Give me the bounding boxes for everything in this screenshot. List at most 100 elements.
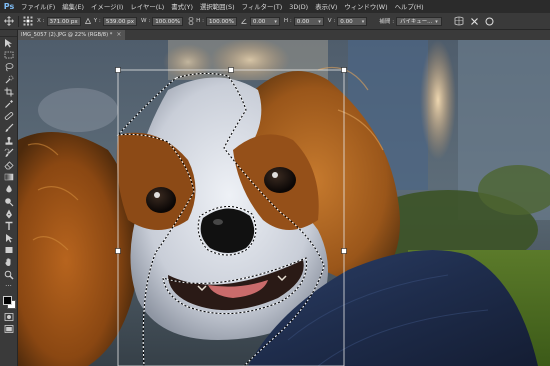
maintain-aspect-ratio-toggle[interactable]: [187, 16, 194, 27]
blur-tool[interactable]: [0, 183, 17, 195]
vertical-skew-value: 0.00: [340, 18, 353, 25]
rotate-label: [241, 16, 248, 27]
options-bar: X : 371.00 px Y : 539.00 px W : 100.00% …: [0, 13, 550, 30]
eyedropper-tool[interactable]: [0, 98, 17, 110]
commit-transform-button[interactable]: [484, 16, 495, 27]
warp-mode-button[interactable]: [454, 16, 465, 27]
transform-handle[interactable]: [228, 67, 234, 73]
height-percent-field[interactable]: 100.00%: [206, 16, 237, 26]
move-tool[interactable]: [0, 37, 17, 49]
commit-icon: [485, 17, 494, 25]
document-tab[interactable]: IMG_5057 (2).JPG @ 22% (RGB/8) * ×: [18, 30, 126, 40]
menu-view[interactable]: 表示(V): [312, 2, 341, 11]
menu-select[interactable]: 選択範囲(S): [197, 2, 239, 11]
menu-filter[interactable]: フィルター(T): [239, 2, 287, 11]
gradient-tool[interactable]: [0, 171, 17, 183]
menu-file[interactable]: ファイル(F): [18, 2, 59, 11]
screen-mode-icon: [4, 325, 13, 334]
rotate-angle-icon: [241, 18, 247, 24]
menu-type[interactable]: 書式(Y): [168, 2, 197, 11]
close-icon[interactable]: ×: [116, 30, 121, 40]
lasso-tool[interactable]: [0, 61, 17, 73]
h-label: H :: [196, 18, 204, 24]
toolbox-grip[interactable]: [0, 30, 17, 37]
zoom-tool[interactable]: [0, 269, 17, 281]
transform-handle[interactable]: [115, 248, 121, 254]
ellipsis-icon: ···: [5, 282, 12, 291]
menu-layer[interactable]: レイヤー(L): [127, 2, 168, 11]
color-swatches: [0, 293, 17, 311]
chevron-down-icon: ▾: [361, 18, 365, 25]
quick-mask-button[interactable]: [0, 311, 17, 323]
crop-tool[interactable]: [0, 86, 17, 98]
path-selection-tool[interactable]: [0, 232, 17, 244]
healing-brush-tool[interactable]: [0, 110, 17, 122]
chevron-down-icon: ▾: [435, 18, 438, 25]
droplet-icon: [5, 185, 12, 193]
screen-mode-button[interactable]: [0, 323, 17, 335]
clone-stamp-tool[interactable]: [0, 135, 17, 147]
app-logo: Ps: [3, 2, 15, 11]
edit-toolbar-button[interactable]: ···: [0, 281, 17, 293]
width-percent-field[interactable]: 100.00%: [152, 16, 184, 26]
document-canvas[interactable]: [18, 40, 550, 366]
y-label: Y :: [93, 18, 101, 24]
w-label: W :: [141, 18, 151, 24]
type-tool[interactable]: [0, 220, 17, 232]
menu-help[interactable]: ヘルプ(H): [392, 2, 428, 11]
marquee-tool[interactable]: [0, 49, 17, 61]
interpolation-value: バイキュー...: [400, 18, 433, 25]
reference-point-icon: [23, 16, 32, 26]
y-position-field[interactable]: 539.00 px: [102, 16, 138, 26]
path-select-icon: [5, 234, 13, 243]
brush-icon: [5, 123, 13, 133]
photoshop-window: Ps ファイル(F) 編集(E) イメージ(I) レイヤー(L) 書式(Y) 選…: [0, 0, 550, 366]
menu-3d[interactable]: 3D(D): [286, 3, 312, 11]
move-icon: [4, 39, 12, 48]
cancel-transform-button[interactable]: [469, 16, 480, 27]
transform-handle[interactable]: [341, 248, 347, 254]
hand-icon: [4, 258, 10, 267]
pen-tool[interactable]: [0, 208, 17, 220]
quick-selection-tool[interactable]: [0, 74, 17, 86]
x-position-field[interactable]: 371.00 px: [46, 16, 81, 26]
link-icon: [188, 17, 193, 25]
bandage-icon: [4, 112, 13, 121]
quick-selection-icon: [5, 75, 13, 84]
document-tab-title: IMG_5057 (2).JPG @ 22% (RGB/8) *: [21, 32, 113, 38]
gradient-icon: [4, 173, 13, 181]
shape-tool[interactable]: [0, 244, 17, 256]
interpolation-select[interactable]: バイキュー... ▾: [396, 16, 442, 26]
dodge-tool[interactable]: [0, 195, 17, 207]
menu-edit[interactable]: 編集(E): [59, 2, 88, 11]
magnifier-icon: [4, 270, 13, 280]
type-icon: [5, 221, 12, 230]
foreground-color-swatch[interactable]: [3, 295, 12, 305]
vertical-skew-field[interactable]: 0.00 ▾: [337, 16, 368, 26]
toolbox-panel: ···: [0, 30, 18, 366]
reference-point-locator[interactable]: [22, 16, 33, 27]
document-tab-bar: IMG_5057 (2).JPG @ 22% (RGB/8) * ×: [18, 30, 550, 40]
tool-preset-picker[interactable]: [3, 15, 15, 27]
hand-tool[interactable]: [0, 256, 17, 268]
history-brush-tool[interactable]: [0, 147, 17, 159]
history-brush-icon: [4, 148, 13, 157]
move-tool-icon: [4, 16, 14, 26]
marquee-icon: [4, 51, 13, 59]
relative-position-toggle[interactable]: [85, 16, 92, 27]
brush-tool[interactable]: [0, 122, 17, 134]
horizontal-skew-value: 0.00: [296, 18, 310, 25]
transform-handle[interactable]: [115, 67, 121, 73]
horizontal-skew-label: H :: [283, 18, 292, 24]
eraser-tool[interactable]: [0, 159, 17, 171]
menu-image[interactable]: イメージ(I): [88, 2, 127, 11]
quick-mask-icon: [4, 313, 13, 321]
menu-window[interactable]: ウィンドウ(W): [341, 2, 391, 11]
transform-handle[interactable]: [341, 67, 347, 73]
stamp-icon: [5, 136, 12, 145]
x-label: X :: [37, 18, 45, 24]
eyedropper-icon: [4, 100, 13, 108]
rotation-angle-value: 0.00: [252, 18, 266, 25]
horizontal-skew-field[interactable]: 0.00 ▾: [293, 16, 324, 26]
rotation-angle-field[interactable]: 0.00 ▾: [249, 16, 280, 26]
